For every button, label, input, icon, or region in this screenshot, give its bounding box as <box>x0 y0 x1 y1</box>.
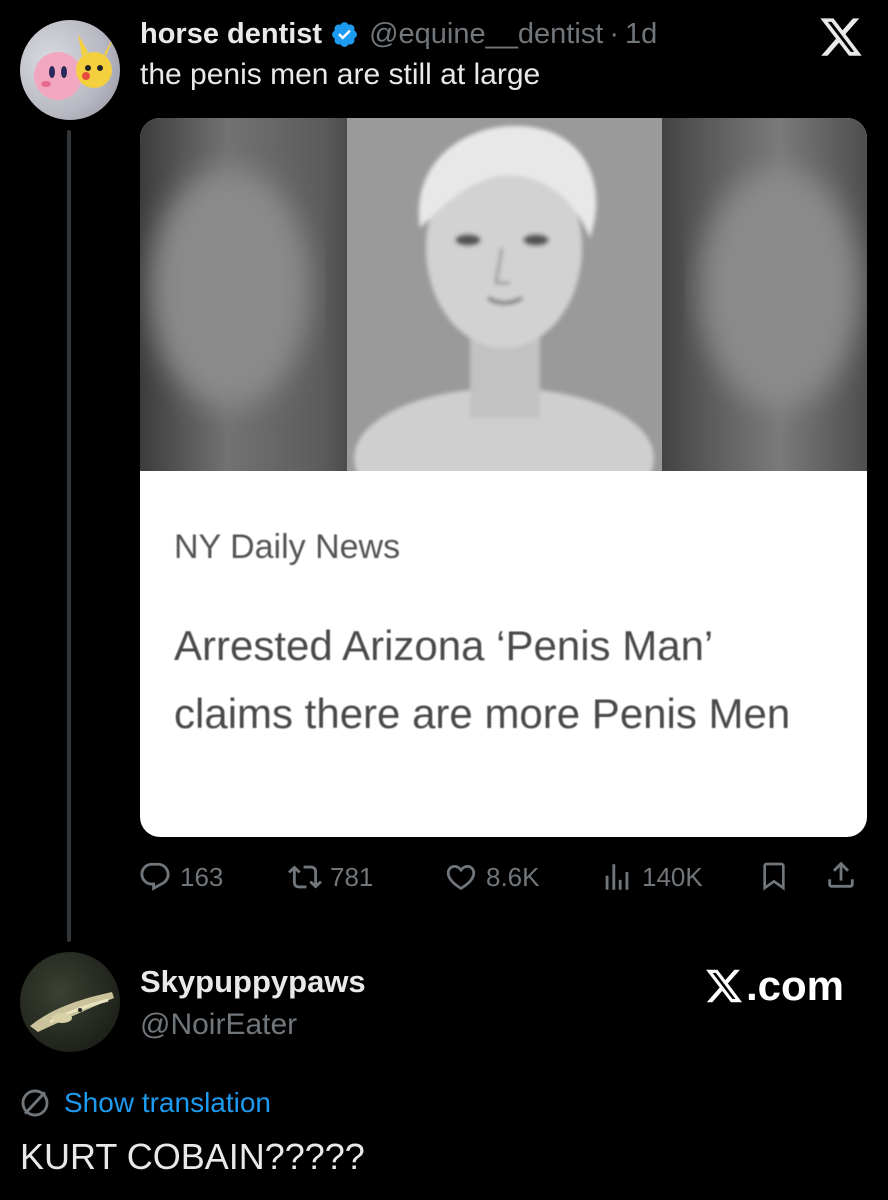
tweet-timestamp[interactable]: 1d <box>625 18 657 51</box>
show-translation-link[interactable]: Show translation <box>64 1087 271 1119</box>
like-icon <box>446 864 476 890</box>
like-count: 8.6K <box>486 861 540 892</box>
card-headline: Arrested Arizona ‘Penis Man’ claims ther… <box>174 622 791 737</box>
verified-badge-icon <box>330 20 359 49</box>
thread-line <box>67 130 71 942</box>
reply-icon <box>140 862 170 891</box>
repost-icon <box>288 865 322 889</box>
avatar-image <box>34 34 114 100</box>
reply-button[interactable]: 163 <box>138 857 223 897</box>
watermark-text: .com <box>746 962 845 1009</box>
like-button[interactable]: 8.6K <box>444 857 540 897</box>
repost-button[interactable]: 781 <box>288 857 373 897</box>
bookmark-icon[interactable] <box>758 859 790 893</box>
author-name[interactable]: horse dentist <box>140 18 322 51</box>
share-icon[interactable] <box>824 857 858 893</box>
reply-author-name[interactable]: Skypuppypaws <box>140 964 366 1000</box>
xcom-watermark: .com <box>704 962 844 1010</box>
x-logo-icon <box>818 14 864 60</box>
link-card[interactable]: NY Daily News Arrested Arizona ‘Penis Ma… <box>140 118 867 837</box>
tweet-header: horse dentist @equine__dentist · 1d <box>140 14 657 54</box>
card-photo <box>140 118 867 471</box>
globe-icon <box>21 1089 49 1117</box>
author-avatar[interactable] <box>20 20 120 120</box>
reply-author-avatar[interactable] <box>20 952 120 1052</box>
reply-count: 163 <box>180 861 224 892</box>
views-count: 140K <box>642 861 703 892</box>
author-handle[interactable]: @equine__dentist <box>369 18 603 51</box>
reply-avatar-image <box>30 992 114 1032</box>
translation-row[interactable]: Show translation <box>18 1083 271 1123</box>
separator-dot: · <box>609 17 619 50</box>
views-icon <box>605 864 629 890</box>
x-logo-icon <box>706 969 743 1003</box>
tweet-text: the penis men are still at large <box>140 58 541 91</box>
reply-text: KURT COBAIN????? <box>20 1136 365 1177</box>
views-button[interactable]: 140K <box>600 857 703 897</box>
repost-count: 781 <box>330 861 374 892</box>
reply-author-handle[interactable]: @NoirEater <box>140 1008 297 1042</box>
card-source: NY Daily News <box>174 528 401 566</box>
